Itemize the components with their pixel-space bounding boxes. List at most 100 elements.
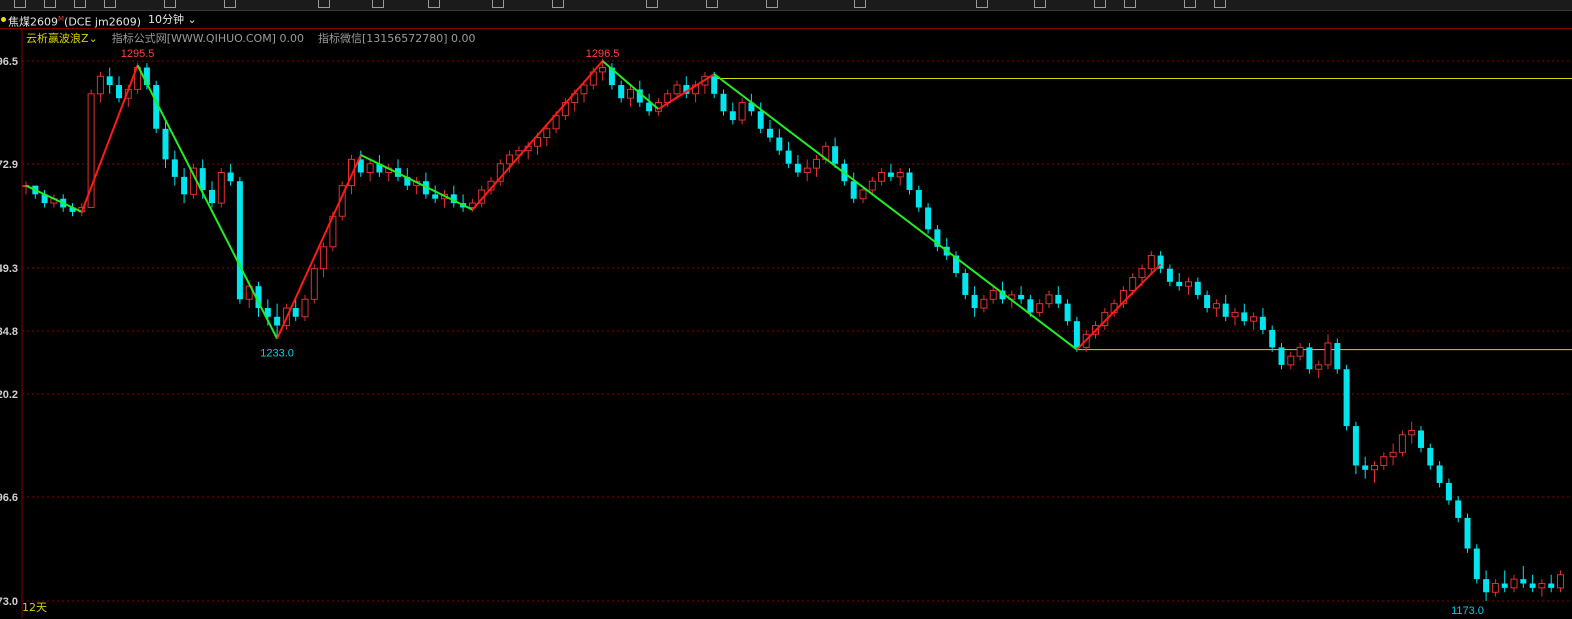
wave-line-up	[276, 154, 362, 340]
candle-body-down	[720, 93, 727, 112]
candle-body-down	[711, 76, 718, 94]
trough-label: 1173.0	[1451, 605, 1484, 617]
candle-body-up	[1147, 255, 1155, 270]
candlestick-chart[interactable]: 96.5 72.9 49.3 34.8 20.2 96.6 73.0 1295.5 1233.0…	[0, 0, 1572, 618]
candle-body-down	[181, 176, 188, 195]
candle-body-up	[1491, 583, 1499, 593]
candle-body-up	[989, 290, 997, 300]
candle-body-down	[776, 137, 783, 151]
candle-body-up	[1557, 574, 1564, 589]
wave-line-up	[1076, 263, 1162, 351]
candle-body-up	[878, 171, 886, 182]
candle-body-up	[366, 163, 374, 173]
candle-body-up	[1129, 276, 1137, 292]
candle-body-up	[673, 84, 681, 95]
candle-body-down	[1259, 316, 1266, 330]
candle-body-down	[209, 189, 215, 204]
y-tick-label: 96.5	[0, 56, 18, 68]
candle-body-down	[1027, 299, 1034, 313]
candle-body-down	[1464, 517, 1471, 549]
candle-body-down	[1548, 583, 1555, 588]
candle-body-down	[1473, 548, 1480, 580]
y-tick-label: 73.0	[0, 596, 18, 608]
candle-body-down	[1436, 465, 1443, 483]
candle-body-up	[310, 268, 318, 300]
candle-body-down	[925, 207, 932, 230]
candle-body-up	[738, 102, 746, 121]
candle-body-down	[1343, 369, 1350, 427]
candle-body-down	[832, 146, 839, 164]
candle-body-up	[1036, 303, 1044, 313]
trough-label: 1233.0	[260, 348, 294, 360]
candle-body-up	[868, 180, 876, 191]
wave-line-down	[136, 64, 278, 340]
candle-body-up	[580, 84, 588, 95]
candle-body-down	[887, 172, 894, 177]
candle-body-down	[757, 111, 764, 129]
candle-body-down	[767, 128, 773, 138]
candle-body-up	[1538, 583, 1546, 589]
candle-body-down	[1194, 281, 1201, 295]
candle-body-up	[1510, 578, 1518, 589]
y-tick-label: 34.8	[0, 326, 18, 338]
wave-line-down	[360, 154, 473, 211]
candle-body-up	[803, 167, 811, 173]
candle-body-up	[859, 189, 867, 200]
candle-body-up	[1296, 346, 1304, 357]
candle-body-up	[1250, 316, 1258, 322]
candle-body-down	[1073, 321, 1080, 348]
candle-body-down	[1278, 347, 1285, 365]
candle-body-up	[96, 75, 104, 95]
indicator-wechat-label: 指标微信[13156572780] 0.00	[317, 32, 476, 45]
candle-body-up	[627, 88, 634, 99]
candle-body-down	[1483, 579, 1490, 593]
candle-body-up	[1408, 429, 1416, 436]
candle-body-down	[1520, 579, 1527, 584]
candle-body-up	[1389, 451, 1397, 458]
candle-body-up	[506, 154, 514, 165]
candle-body-down	[1166, 268, 1173, 282]
indicator-selector[interactable]: 云析赢波浪Z⌄	[26, 32, 98, 45]
y-tick-label: 49.3	[0, 263, 18, 275]
candle-body-up	[320, 246, 328, 270]
candle-body-up	[896, 171, 904, 178]
peak-label: 1295.5	[121, 48, 155, 60]
indicator-name: 云析赢波浪Z	[26, 32, 89, 45]
candle-body-up	[1212, 303, 1220, 309]
candle-body-down	[1306, 347, 1313, 370]
candle-body-down	[1427, 447, 1434, 466]
y-tick-label: 72.9	[0, 159, 18, 171]
chevron-down-icon: ⌄	[88, 32, 98, 45]
candle-body-down	[432, 194, 439, 199]
candle-body-up	[1371, 464, 1378, 471]
candle-body-down	[794, 163, 801, 173]
period-footer-label: 12天	[22, 601, 47, 614]
candle-body-down	[1455, 500, 1462, 518]
candle-body-down	[962, 273, 969, 295]
candle-body-up	[1380, 456, 1388, 466]
candle-body-down	[1269, 329, 1276, 348]
candle-body-down	[618, 85, 625, 99]
indicator-formula-label: 指标公式网[WWW.QIHUO.COM] 0.00	[111, 32, 304, 45]
candle-body-down	[971, 294, 978, 309]
candle-body-up	[1045, 294, 1053, 305]
candle-body-down	[785, 150, 792, 164]
candle-body-down	[162, 128, 169, 160]
candle-body-up	[599, 67, 607, 73]
candle-body-down	[1064, 303, 1071, 322]
candle-body-up	[980, 298, 988, 309]
candle-body-down	[1362, 465, 1369, 470]
y-tick-label: 20.2	[0, 389, 18, 401]
peak-label: 1296.5	[586, 48, 620, 60]
candle-body-down	[106, 76, 113, 86]
candle-body-down	[274, 316, 281, 326]
indicator-header: 云析赢波浪Z⌄ 指标公式网[WWW.QIHUO.COM] 0.00 指标微信[131…	[26, 30, 476, 46]
candle-body-down	[116, 85, 122, 99]
candle-body-up	[1185, 281, 1192, 287]
candle-body-down	[1055, 294, 1062, 304]
wave-line-down	[25, 184, 83, 213]
candle-body-down	[1529, 583, 1536, 588]
candle-body-down	[1222, 303, 1229, 317]
candle-body-up	[543, 128, 551, 139]
wave-line-down	[713, 73, 1078, 351]
